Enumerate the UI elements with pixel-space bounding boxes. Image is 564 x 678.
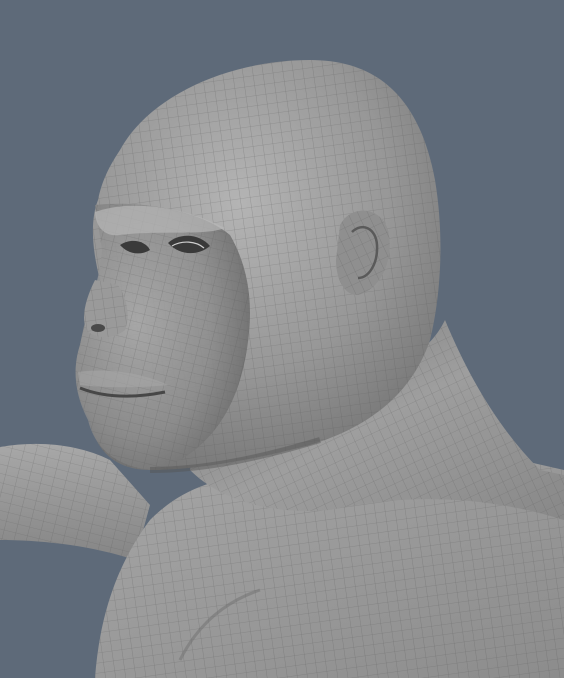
3d-viewport[interactable] <box>0 0 564 678</box>
sculpt-render <box>0 60 564 678</box>
